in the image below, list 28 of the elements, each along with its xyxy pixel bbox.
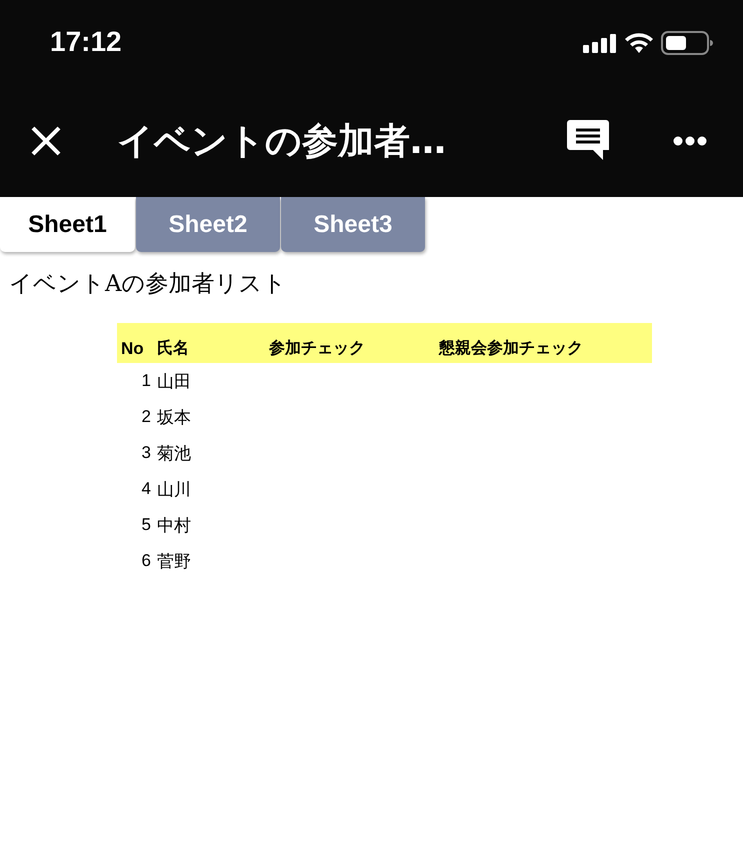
table-cell-text: 中村 <box>156 514 192 536</box>
column-header: 氏名 <box>153 323 265 363</box>
wifi-icon <box>625 32 653 53</box>
comment-icon[interactable] <box>567 120 609 162</box>
column-header: 懇親会参加チェック <box>435 323 652 363</box>
sheet-tab[interactable]: Sheet3 <box>281 197 425 252</box>
sheet-tab[interactable]: Sheet2 <box>136 197 280 252</box>
document-title: イベントの参加者… <box>117 120 447 164</box>
table-cell-text: 菅野 <box>156 550 192 572</box>
sheet-title: イベントAの参加者リスト <box>9 270 287 299</box>
more-icon[interactable] <box>673 136 707 146</box>
table-cell: 山田 <box>153 363 265 399</box>
table-cell-text: 山川 <box>156 478 192 500</box>
sheet-tab[interactable]: Sheet1 <box>0 197 135 252</box>
table-cell-text: 菊池 <box>156 442 192 464</box>
table-cell: 1 <box>117 363 153 399</box>
column-header: 参加チェック <box>265 323 435 363</box>
column-header: No <box>117 323 153 363</box>
table-cell-text: 3 <box>140 442 152 464</box>
table-cell-text: 坂本 <box>156 406 192 428</box>
status-time: 17:12 <box>50 26 123 58</box>
close-icon[interactable] <box>30 125 62 157</box>
battery-icon <box>661 30 713 54</box>
table-cell-text: 5 <box>140 514 152 536</box>
signal-icon <box>583 32 617 52</box>
table-cell-text: 2 <box>140 406 152 428</box>
table-cell-text: 6 <box>140 550 152 572</box>
table-cell-text: 4 <box>140 478 152 500</box>
